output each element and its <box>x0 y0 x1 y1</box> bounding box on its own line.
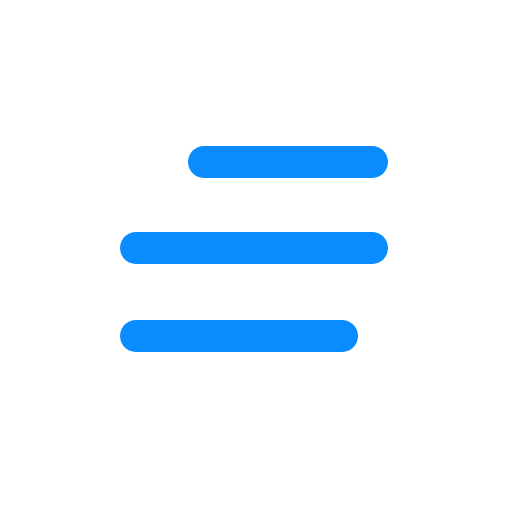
icon-canvas <box>0 0 512 512</box>
menu-icon[interactable] <box>0 0 512 512</box>
